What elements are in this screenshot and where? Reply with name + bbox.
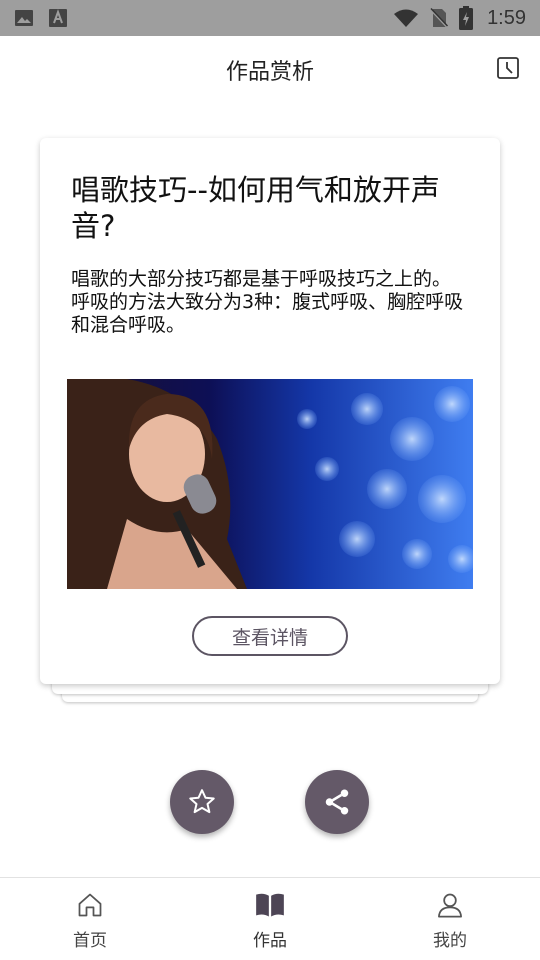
nav-item-home[interactable]: 首页 bbox=[0, 878, 180, 960]
user-icon bbox=[435, 890, 465, 920]
article-title: 唱歌技巧--如何用气和放开声音? bbox=[71, 173, 440, 243]
excerpt-line: 唱歌的大部分技巧都是基于呼吸技巧之上的。 bbox=[71, 268, 452, 290]
book-icon bbox=[255, 890, 285, 920]
nav-label: 作品 bbox=[253, 931, 287, 951]
nav-label: 我的 bbox=[433, 931, 467, 951]
status-time: 1:59 bbox=[487, 6, 526, 29]
article-card[interactable]: 唱歌技巧--如何用气和放开声音? 唱歌的大部分技巧都是基于呼吸技巧之上的。 呼吸… bbox=[40, 138, 500, 684]
favorite-button[interactable] bbox=[170, 770, 234, 834]
home-icon bbox=[75, 890, 105, 920]
status-bar: 1:59 bbox=[0, 0, 540, 36]
nav-label: 首页 bbox=[73, 931, 107, 951]
text-a-icon bbox=[48, 8, 68, 28]
page-title: 作品赏析 bbox=[225, 60, 314, 85]
excerpt-line: 呼吸的方法大致分为3种：腹式呼吸、胸腔呼吸和混合呼吸。 bbox=[71, 291, 464, 336]
view-details-button[interactable]: 查看详情 bbox=[192, 616, 348, 656]
wifi-icon bbox=[393, 8, 419, 28]
star-icon bbox=[187, 787, 217, 817]
article-excerpt: 唱歌的大部分技巧都是基于呼吸技巧之上的。 呼吸的方法大致分为3种：腹式呼吸、胸腔… bbox=[71, 268, 471, 354]
battery-icon bbox=[459, 6, 474, 30]
no-sim-icon bbox=[429, 7, 449, 29]
nav-item-works[interactable]: 作品 bbox=[180, 878, 360, 960]
share-button[interactable] bbox=[305, 770, 369, 834]
history-icon[interactable] bbox=[496, 56, 520, 80]
app-header: 作品赏析 bbox=[0, 36, 540, 104]
share-icon bbox=[322, 787, 352, 817]
bottom-nav: 首页 作品 我的 bbox=[0, 877, 540, 960]
nav-item-me[interactable]: 我的 bbox=[360, 878, 540, 960]
article-image bbox=[67, 379, 473, 589]
image-icon bbox=[14, 8, 34, 28]
